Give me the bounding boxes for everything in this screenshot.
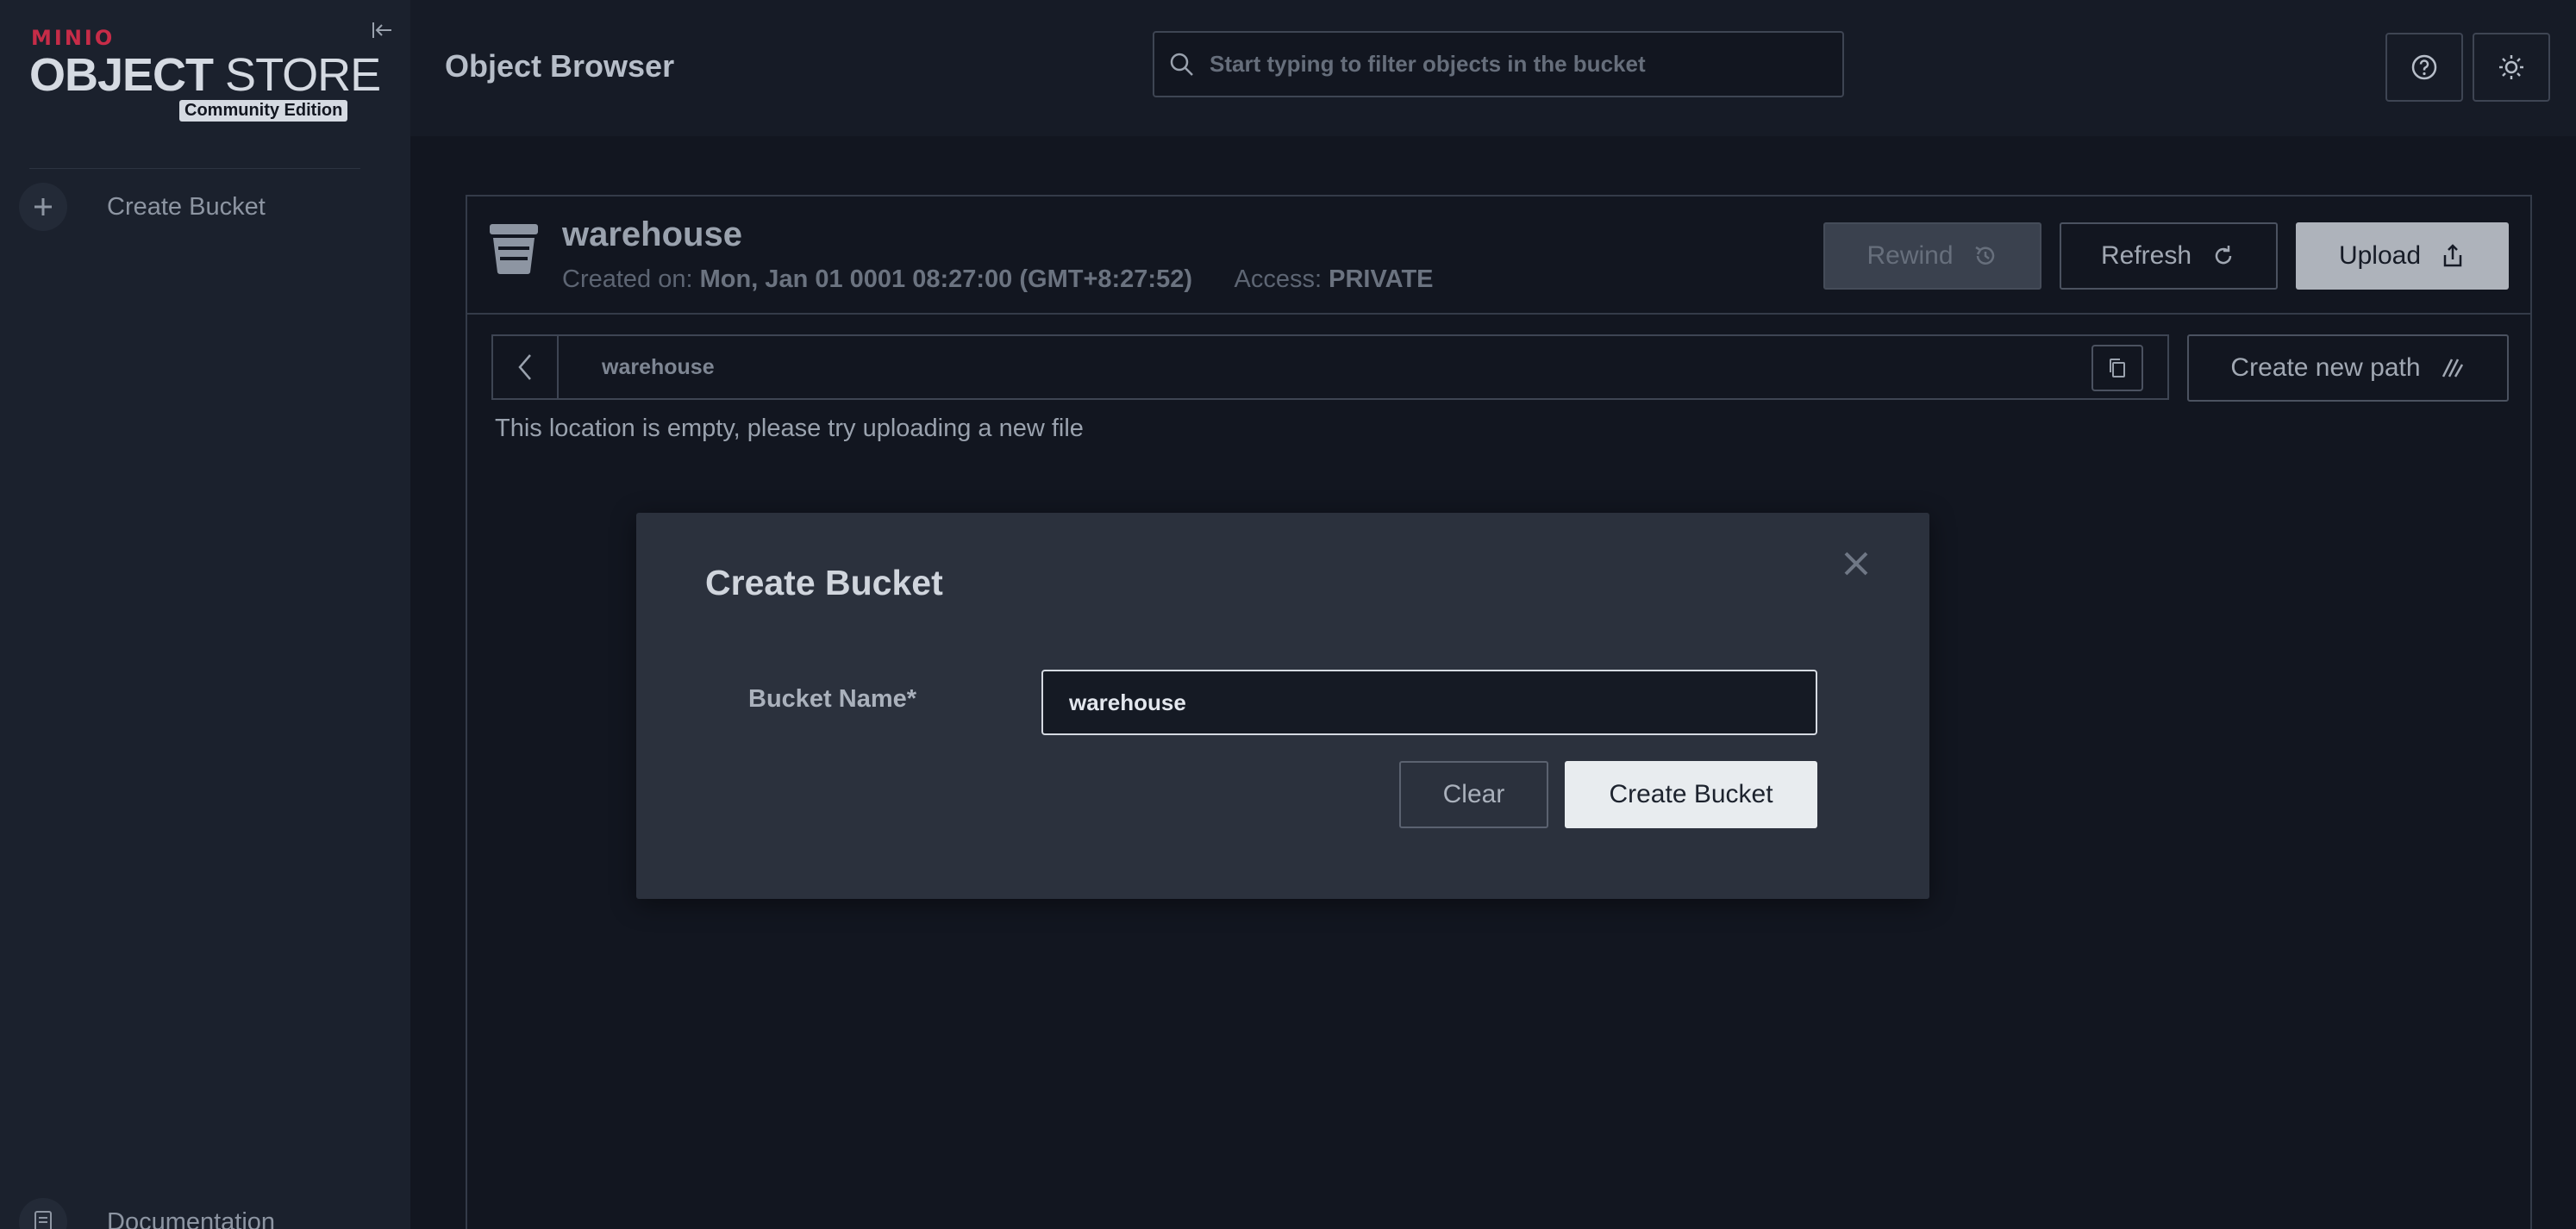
close-icon xyxy=(1844,552,1868,576)
logo-edition-badge: Community Edition xyxy=(179,100,348,122)
breadcrumb: warehouse xyxy=(491,334,2169,400)
page-title: Object Browser xyxy=(445,48,675,84)
refresh-icon xyxy=(2210,243,2236,269)
logo-product: OBJECT STORE xyxy=(29,48,381,102)
sidebar-item-label: Create Bucket xyxy=(107,192,266,221)
upload-icon xyxy=(2440,243,2466,269)
sidebar-item-label: Documentation xyxy=(107,1207,276,1229)
logo-brand: MINIO xyxy=(31,26,116,50)
plus-icon xyxy=(19,183,67,231)
sidebar-item-documentation[interactable]: Documentation xyxy=(19,1195,390,1229)
bucket-name-input[interactable] xyxy=(1041,670,1817,735)
history-icon xyxy=(1973,243,1998,269)
logo-product-light: STORE xyxy=(213,49,381,101)
help-icon xyxy=(2411,54,2437,80)
create-new-path-button[interactable]: Create new path xyxy=(2187,334,2509,402)
back-button[interactable] xyxy=(493,336,559,398)
copy-path-button[interactable] xyxy=(2091,345,2143,391)
bucket-meta: Created on: Mon, Jan 01 0001 08:27:00 (G… xyxy=(562,265,1434,294)
minio-logo: MINIO OBJECT STORE Community Edition xyxy=(29,24,381,128)
created-label: Created on: xyxy=(562,265,693,293)
upload-label: Upload xyxy=(2338,241,2422,270)
create-bucket-modal: Create Bucket Bucket Name* Clear Create … xyxy=(636,513,1929,899)
logo-product-bold: OBJECT xyxy=(29,49,214,101)
collapse-sidebar-button[interactable] xyxy=(369,17,395,43)
bucket-name-label: Bucket Name* xyxy=(748,685,917,713)
modal-title: Create Bucket xyxy=(705,563,943,602)
access-label: Access: xyxy=(1234,265,1322,293)
bucket-header: warehouse Created on: Mon, Jan 01 0001 0… xyxy=(467,197,2530,315)
new-path-icon xyxy=(2440,358,2466,378)
sun-icon xyxy=(2499,55,2523,79)
document-icon xyxy=(19,1198,67,1229)
rewind-button[interactable]: Rewind xyxy=(1823,222,2041,290)
help-button[interactable] xyxy=(2385,33,2463,102)
empty-state-message: This location is empty, please try uploa… xyxy=(495,415,1084,442)
close-button[interactable] xyxy=(1836,544,1876,583)
theme-toggle-button[interactable] xyxy=(2473,33,2550,102)
chevron-left-icon xyxy=(518,354,531,380)
bucket-icon xyxy=(490,224,538,274)
rewind-label: Rewind xyxy=(1866,241,1954,270)
access-value: PRIVATE xyxy=(1329,265,1434,293)
top-header: Object Browser xyxy=(410,0,2576,136)
copy-icon xyxy=(2110,359,2125,377)
breadcrumb-path[interactable]: warehouse xyxy=(602,355,715,380)
clear-button[interactable]: Clear xyxy=(1399,761,1548,828)
created-value: Mon, Jan 01 0001 08:27:00 (GMT+8:27:52) xyxy=(699,265,1192,293)
search-icon xyxy=(1168,51,1196,78)
search-box[interactable] xyxy=(1153,31,1844,97)
new-path-label: Create new path xyxy=(2230,353,2421,382)
bucket-name: warehouse xyxy=(562,215,742,253)
sidebar-item-create-bucket[interactable]: Create Bucket xyxy=(19,179,390,234)
refresh-button[interactable]: Refresh xyxy=(2060,222,2278,290)
app-root: MINIO OBJECT STORE Community Edition Cre… xyxy=(0,0,2576,1229)
collapse-left-icon xyxy=(372,22,391,38)
refresh-label: Refresh xyxy=(2100,241,2192,270)
upload-button[interactable]: Upload xyxy=(2296,222,2509,290)
sidebar-divider xyxy=(29,168,360,169)
search-input[interactable] xyxy=(1210,51,1842,78)
sidebar: MINIO OBJECT STORE Community Edition Cre… xyxy=(0,0,410,1229)
create-bucket-button[interactable]: Create Bucket xyxy=(1565,761,1817,828)
